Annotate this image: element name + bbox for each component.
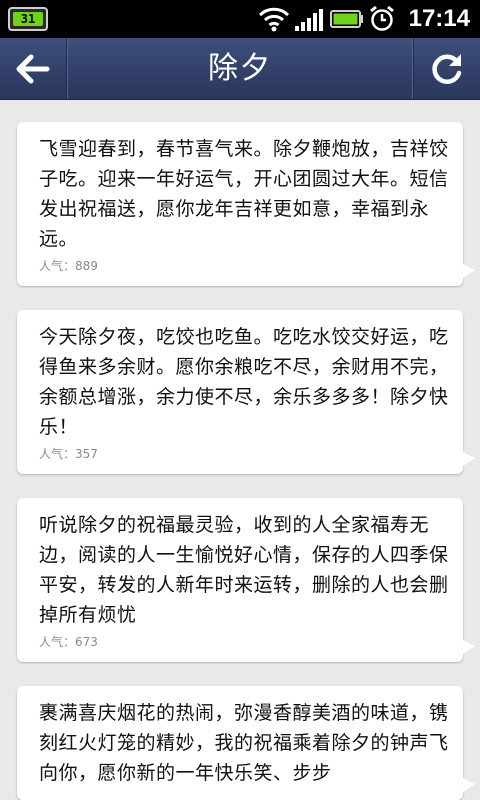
list-item[interactable]: 今天除夕夜，吃饺也吃鱼。吃吃水饺交好运，吃得鱼来多余财。愿你余粮吃不尽，余财用不…	[17, 310, 475, 474]
refresh-icon	[432, 53, 462, 84]
message-bubble[interactable]: 今天除夕夜，吃饺也吃鱼。吃吃水饺交好运，吃得鱼来多余财。愿你余粮吃不尽，余财用不…	[17, 310, 475, 474]
list-item[interactable]: 听说除夕的祝福最灵验，收到的人全家福寿无边，阅读的人一生愉悦好心情，保存的人四季…	[17, 498, 475, 662]
message-bubble[interactable]: 听说除夕的祝福最灵验，收到的人全家福寿无边，阅读的人一生愉悦好心情，保存的人四季…	[17, 498, 475, 662]
list-item[interactable]: 裹满喜庆烟花的热闹，弥漫香醇美酒的味道，镌刻红火灯笼的精妙，我的祝福乘着除夕的钟…	[17, 686, 475, 800]
message-text: 裹满喜庆烟花的热闹，弥漫香醇美酒的味道，镌刻红火灯笼的精妙，我的祝福乘着除夕的钟…	[39, 702, 449, 784]
message-text: 今天除夕夜，吃饺也吃鱼。吃吃水饺交好运，吃得鱼来多余财。愿你余粮吃不尽，余财用不…	[39, 326, 449, 438]
popularity-count: 人气：357	[39, 446, 449, 462]
popularity-label: 人气：	[39, 447, 76, 461]
navbar: 除夕	[0, 38, 480, 100]
message-list[interactable]: 飞雪迎春到，春节喜气来。除夕鞭炮放，吉祥饺子吃。迎来一年好运气，开心团圆过大年。…	[0, 101, 480, 800]
message-text: 听说除夕的祝福最灵验，收到的人全家福寿无边，阅读的人一生愉悦好心情，保存的人四季…	[39, 514, 449, 626]
message-bubble[interactable]: 裹满喜庆烟花的热闹，弥漫香醇美酒的味道，镌刻红火灯笼的精妙，我的祝福乘着除夕的钟…	[17, 686, 475, 800]
wifi-icon	[258, 7, 290, 32]
status-bar: 31 17:14	[0, 0, 480, 38]
list-item[interactable]: 飞雪迎春到，春节喜气来。除夕鞭炮放，吉祥饺子吃。迎来一年好运气，开心团圆过大年。…	[17, 122, 475, 286]
message-bubble[interactable]: 飞雪迎春到，春节喜气来。除夕鞭炮放，吉祥饺子吃。迎来一年好运气，开心团圆过大年。…	[17, 122, 475, 286]
back-button[interactable]	[0, 38, 67, 99]
popularity-label: 人气：	[39, 259, 76, 273]
refresh-button[interactable]	[413, 38, 480, 99]
back-arrow-icon	[16, 54, 50, 83]
calendar-notification-icon: 31	[8, 7, 48, 31]
battery-icon	[330, 10, 363, 28]
popularity-count: 人气：673	[39, 634, 449, 650]
calendar-badge-number: 31	[13, 12, 43, 26]
popularity-count: 人气：889	[39, 258, 449, 274]
page-title: 除夕	[208, 51, 272, 86]
message-text: 飞雪迎春到，春节喜气来。除夕鞭炮放，吉祥饺子吃。迎来一年好运气，开心团圆过大年。…	[39, 138, 449, 250]
popularity-label: 人气：	[39, 635, 76, 649]
alarm-clock-icon	[370, 5, 394, 31]
signal-strength-icon	[295, 9, 323, 31]
popularity-value: 673	[75, 635, 98, 649]
popularity-value: 889	[75, 259, 98, 273]
popularity-value: 357	[75, 447, 98, 461]
status-clock: 17:14	[408, 5, 470, 32]
